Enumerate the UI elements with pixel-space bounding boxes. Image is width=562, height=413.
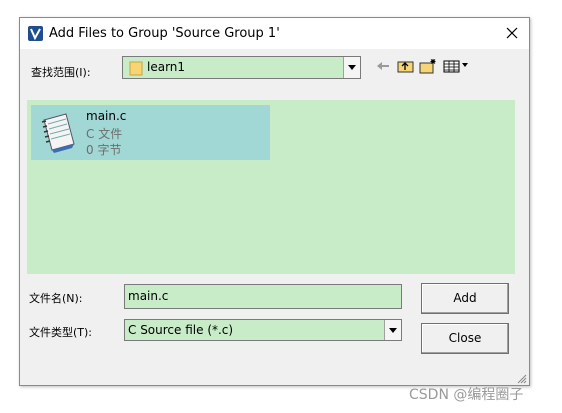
look-in-value: learn1: [147, 60, 186, 74]
folder-icon: [129, 60, 143, 76]
watermark-text: CSDN @编程圈子: [409, 387, 524, 403]
filetype-combobox[interactable]: C Source file (*.c): [124, 319, 402, 341]
c-file-icon: [36, 110, 80, 154]
file-name: main.c: [86, 109, 127, 123]
file-size: 0 字节: [86, 143, 122, 157]
up-folder-icon[interactable]: [397, 58, 415, 74]
file-type: C 文件: [86, 127, 123, 141]
look-in-combobox[interactable]: learn1: [122, 56, 361, 79]
add-files-dialog: Add Files to Group 'Source Group 1' 查找范围…: [19, 17, 530, 386]
filename-label: 文件名(N):: [29, 292, 83, 305]
window-title: Add Files to Group 'Source Group 1': [49, 26, 280, 41]
filetype-value: C Source file (*.c): [128, 323, 234, 337]
new-folder-icon[interactable]: [419, 58, 437, 74]
chevron-down-icon[interactable]: [343, 57, 360, 78]
resize-grip-icon[interactable]: [517, 373, 527, 384]
list-item[interactable]: main.c C 文件 0 字节: [31, 105, 270, 160]
back-arrow-icon[interactable]: [375, 58, 393, 74]
title-bar: Add Files to Group 'Source Group 1': [20, 18, 529, 49]
filetype-label: 文件类型(T):: [29, 326, 93, 339]
file-list[interactable]: main.c C 文件 0 字节: [27, 100, 515, 274]
chevron-down-icon[interactable]: [384, 320, 401, 340]
add-button[interactable]: Add: [421, 283, 509, 314]
filename-input[interactable]: main.c: [124, 284, 402, 309]
filename-value: main.c: [128, 289, 169, 303]
close-button[interactable]: Close: [421, 323, 509, 354]
look-in-label: 查找范围(I):: [31, 66, 91, 79]
close-window-icon[interactable]: [495, 18, 529, 49]
keil-app-icon: [28, 26, 43, 41]
view-menu-icon[interactable]: [443, 58, 471, 74]
